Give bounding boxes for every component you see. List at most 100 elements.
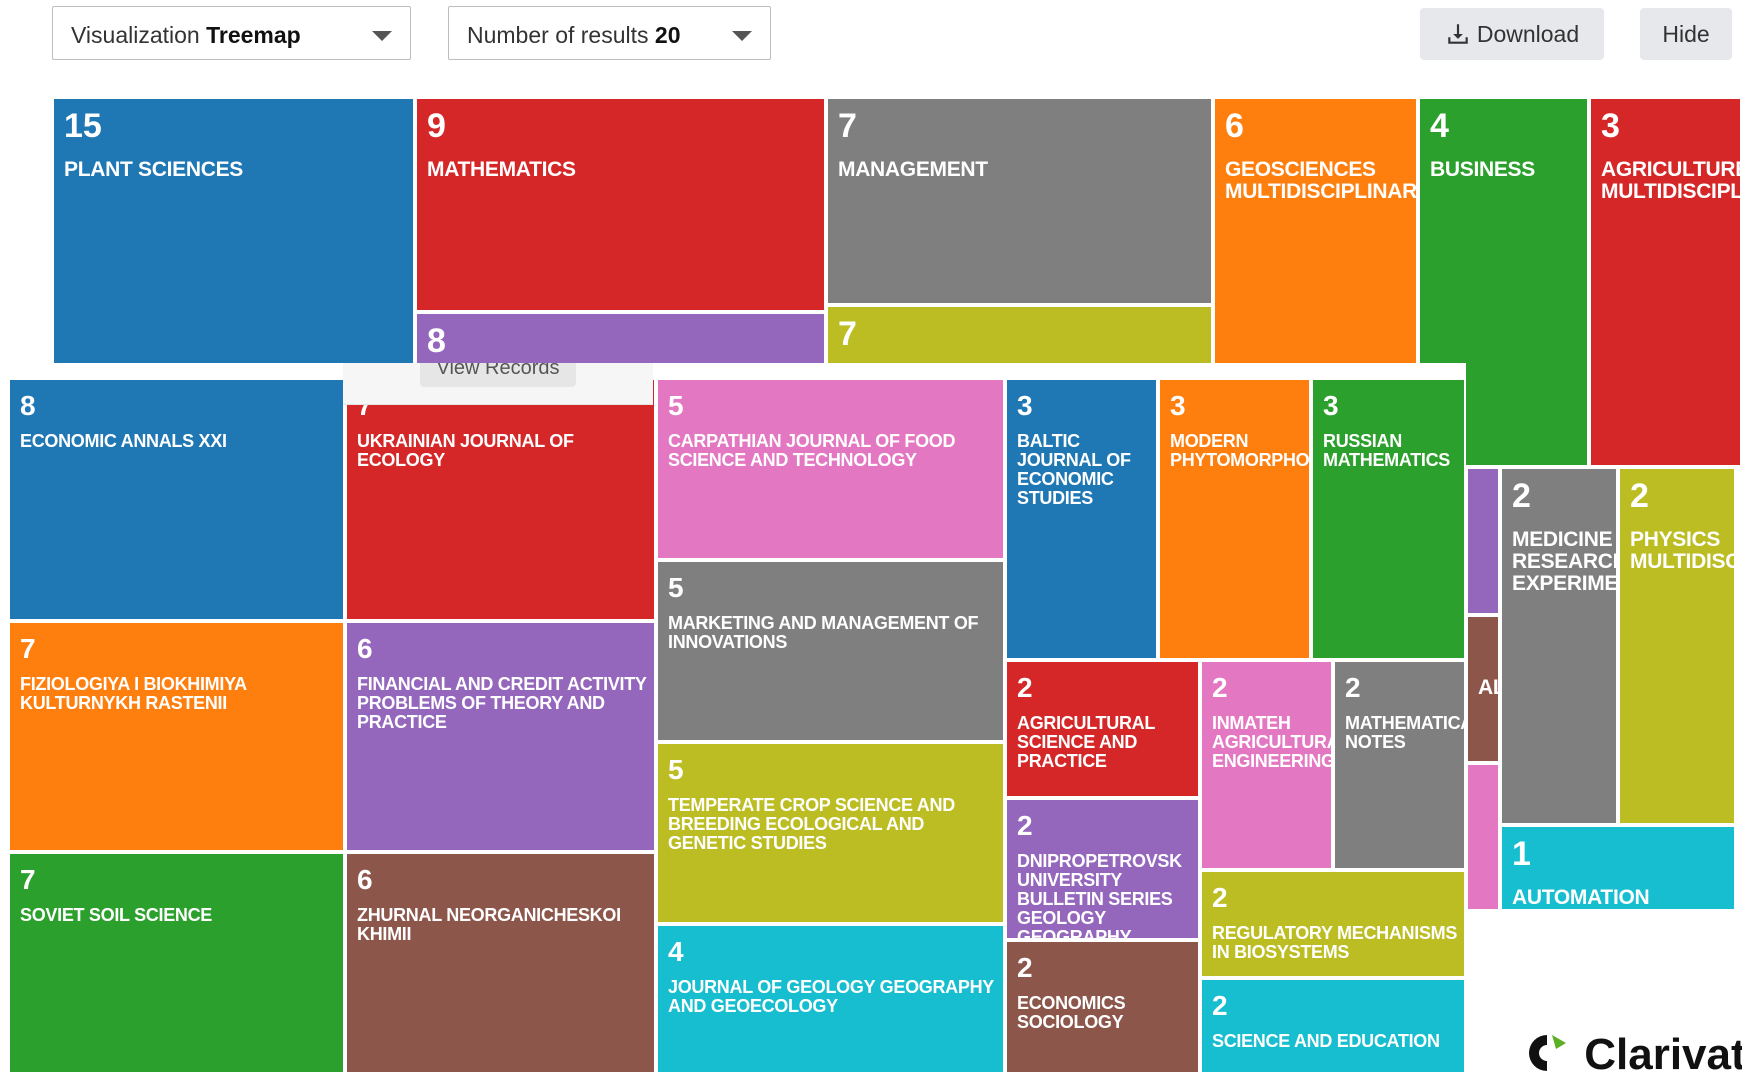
journal-label: SOVIET SOIL SCIENCE [20, 905, 213, 925]
view-records-button[interactable]: View Records [420, 363, 576, 387]
category-count: 1 [1512, 835, 1531, 873]
journal-tile[interactable]: 5 TEMPERATE CROP SCIENCE AND BREEDING ECO… [656, 742, 1005, 924]
journal-count: 7 [20, 633, 36, 664]
category-label: PLANT SCIENCES [64, 158, 243, 181]
category-tile[interactable]: 3 AGRICULTURE MULTIDISCIPLINARY [1589, 97, 1742, 467]
journal-count: 7 [20, 864, 36, 895]
journal-count: 5 [668, 754, 684, 785]
journal-count: 2 [1212, 990, 1228, 1021]
visualization-selected-value: Treemap [206, 22, 301, 48]
journal-count: 4 [668, 936, 684, 967]
journal-tile[interactable]: 6 FINANCIAL AND CREDIT ACTIVITY PROBLEMS … [345, 621, 656, 852]
journal-label: ZHURNAL NEORGANICHESKOI KHIMII [357, 905, 621, 944]
journal-label: MODERN PHYTOMORPHOLOGY [1170, 431, 1310, 470]
journal-label: FINANCIAL AND CREDIT ACTIVITY PROBLEMS O… [357, 674, 647, 732]
hide-button[interactable]: Hide [1640, 8, 1732, 60]
category-label: GEOSCIENCES MULTIDISCIPLINARY [1225, 158, 1418, 204]
journal-label: UKRAINIAN JOURNAL OF ECOLOGY [357, 431, 574, 470]
journal-tile[interactable]: 3 BALTIC JOURNAL OF ECONOMIC STUDIES [1005, 378, 1158, 660]
category-tile[interactable]: 9 MATHEMATICS [415, 97, 826, 312]
results-dropdown-text: Number of results 20 [467, 22, 681, 48]
category-tile[interactable]: 15 PLANT SCIENCES [52, 97, 415, 367]
clarivate-logo-icon [1529, 1035, 1566, 1071]
journal-tile[interactable]: 2 DNIPROPETROVSK UNIVERSITY BULLETIN SERI… [1005, 798, 1200, 940]
journal-count: 2 [1017, 952, 1033, 983]
download-button[interactable]: Download [1420, 8, 1604, 60]
journal-tile[interactable]: 3 MODERN PHYTOMORPHOLOGY [1158, 378, 1311, 660]
journal-tile[interactable]: 2 MATHEMATICAL NOTES [1333, 660, 1466, 870]
journal-tile[interactable]: 2 ECONOMICS SOCIOLOGY [1005, 940, 1200, 1074]
category-tile[interactable]: 7 [826, 305, 1213, 367]
category-tile[interactable]: 2 MEDICINE RESEARCH EXPERIMENTAL [1500, 467, 1618, 825]
journal-tile[interactable]: 7 SOVIET SOIL SCIENCE [8, 852, 345, 1074]
category-count: 2 [1630, 477, 1649, 515]
journal-label: CARPATHIAN JOURNAL OF FOOD SCIENCE AND T… [668, 431, 956, 470]
journal-count: 3 [1170, 390, 1186, 421]
journal-tile[interactable]: 2 AGRICULTURAL SCIENCE AND PRACTICE [1005, 660, 1200, 798]
journal-count: 6 [357, 633, 373, 664]
journal-count: 8 [20, 390, 36, 421]
category-label: PHYSICS MULTIDISCIPLINARY [1630, 528, 1734, 574]
visualization-dropdown[interactable]: Visualization Treemap [52, 6, 411, 60]
journal-count: 5 [668, 572, 684, 603]
journal-tile[interactable]: 5 CARPATHIAN JOURNAL OF FOOD SCIENCE AND … [656, 378, 1005, 560]
journal-tile[interactable]: 2 INMATEH AGRICULTURAL ENGINEERING [1200, 660, 1333, 870]
category-tile[interactable]: 7 MANAGEMENT [826, 97, 1213, 305]
brand-name: Clarivate [1584, 1030, 1742, 1079]
journal-tile[interactable]: 2 REGULATORY MECHANISMS IN BIOSYSTEMS [1200, 870, 1466, 978]
journal-label: AGRICULTURAL SCIENCE AND PRACTICE [1017, 713, 1155, 771]
category-count: 8 [427, 322, 446, 360]
download-icon [1448, 24, 1468, 44]
journal-label: DNIPROPETROVSK UNIVERSITY BULLETIN SERIE… [1017, 851, 1182, 940]
category-label: AL [1478, 676, 1498, 699]
category-tile[interactable]: 2 PHYSICS MULTIDISCIPLINARY [1618, 467, 1736, 825]
journal-tile[interactable]: 6 ZHURNAL NEORGANICHESKOI KHIMII [345, 852, 656, 1074]
journal-count: 2 [1212, 672, 1228, 703]
journal-label: ECONOMIC ANNALS XXI [20, 431, 227, 451]
results-selected-value: 20 [654, 22, 681, 48]
category-label: BUSINESS [1430, 158, 1535, 181]
journal-label: INMATEH AGRICULTURAL ENGINEERING [1212, 713, 1333, 771]
journal-label: TEMPERATE CROP SCIENCE AND BREEDING ECOL… [668, 795, 955, 853]
category-tile[interactable] [1466, 467, 1500, 615]
category-label: AUTOMATION [1512, 886, 1650, 909]
journal-count: 6 [357, 864, 373, 895]
category-count: 9 [427, 107, 446, 145]
category-label: MEDICINE RESEARCH EXPERIMENTAL [1512, 528, 1618, 596]
category-label: MANAGEMENT [838, 158, 988, 181]
visualization-dropdown-text: Visualization Treemap [71, 22, 301, 48]
journal-count: 3 [1323, 390, 1339, 421]
chevron-down-icon [732, 31, 752, 41]
category-tile[interactable]: 6 GEOSCIENCES MULTIDISCIPLINARY [1213, 97, 1418, 367]
category-tile[interactable]: 1 AUTOMATION [1500, 825, 1736, 911]
download-label: Download [1476, 20, 1580, 47]
journal-count: 2 [1345, 672, 1361, 703]
view-records-label: View Records [436, 363, 560, 379]
category-tile[interactable]: 8 [415, 312, 826, 367]
journal-label: FIZIOLOGIYA I BIOKHIMIYA KULTURNYKH RAST… [20, 674, 247, 713]
journal-label: MARKETING AND MANAGEMENT OF INNOVATIONS [668, 613, 979, 652]
journal-tile[interactable]: 8 ECONOMIC ANNALS XXI [8, 378, 345, 621]
category-tile[interactable]: AL [1466, 615, 1500, 763]
journal-tile[interactable]: 4 JOURNAL OF GEOLOGY GEOGRAPHY AND GEOECO… [656, 924, 1005, 1074]
journal-tile[interactable]: 3 RUSSIAN MATHEMATICS [1311, 378, 1466, 660]
journal-label: JOURNAL OF GEOLOGY GEOGRAPHY AND GEOECOL… [668, 977, 994, 1016]
category-count: 7 [838, 315, 857, 353]
journal-count: 5 [668, 390, 684, 421]
chevron-down-icon [372, 31, 392, 41]
hide-label: Hide [1662, 20, 1710, 47]
category-label: MATHEMATICS [427, 158, 576, 181]
journal-label: REGULATORY MECHANISMS IN BIOSYSTEMS [1212, 923, 1458, 962]
category-tile[interactable] [1466, 763, 1500, 911]
journal-count: 2 [1017, 672, 1033, 703]
journal-tile[interactable]: 2 SCIENCE AND EDUCATION [1200, 978, 1466, 1074]
journal-tile[interactable]: 7 FIZIOLOGIYA I BIOKHIMIYA KULTURNYKH RAS… [8, 621, 345, 852]
journal-tile[interactable]: 5 MARKETING AND MANAGEMENT OF INNOVATIONS [656, 560, 1005, 742]
journal-count: 2 [1017, 810, 1033, 841]
category-count: 3 [1601, 107, 1620, 145]
journal-tile[interactable]: 7 UKRAINIAN JOURNAL OF ECOLOGY [345, 378, 656, 621]
category-count: 7 [838, 107, 857, 145]
results-count-dropdown[interactable]: Number of results 20 [448, 6, 771, 60]
journal-count: 2 [1212, 882, 1228, 913]
category-label: AGRICULTURE MULTIDISCIPLINARY [1601, 158, 1742, 204]
